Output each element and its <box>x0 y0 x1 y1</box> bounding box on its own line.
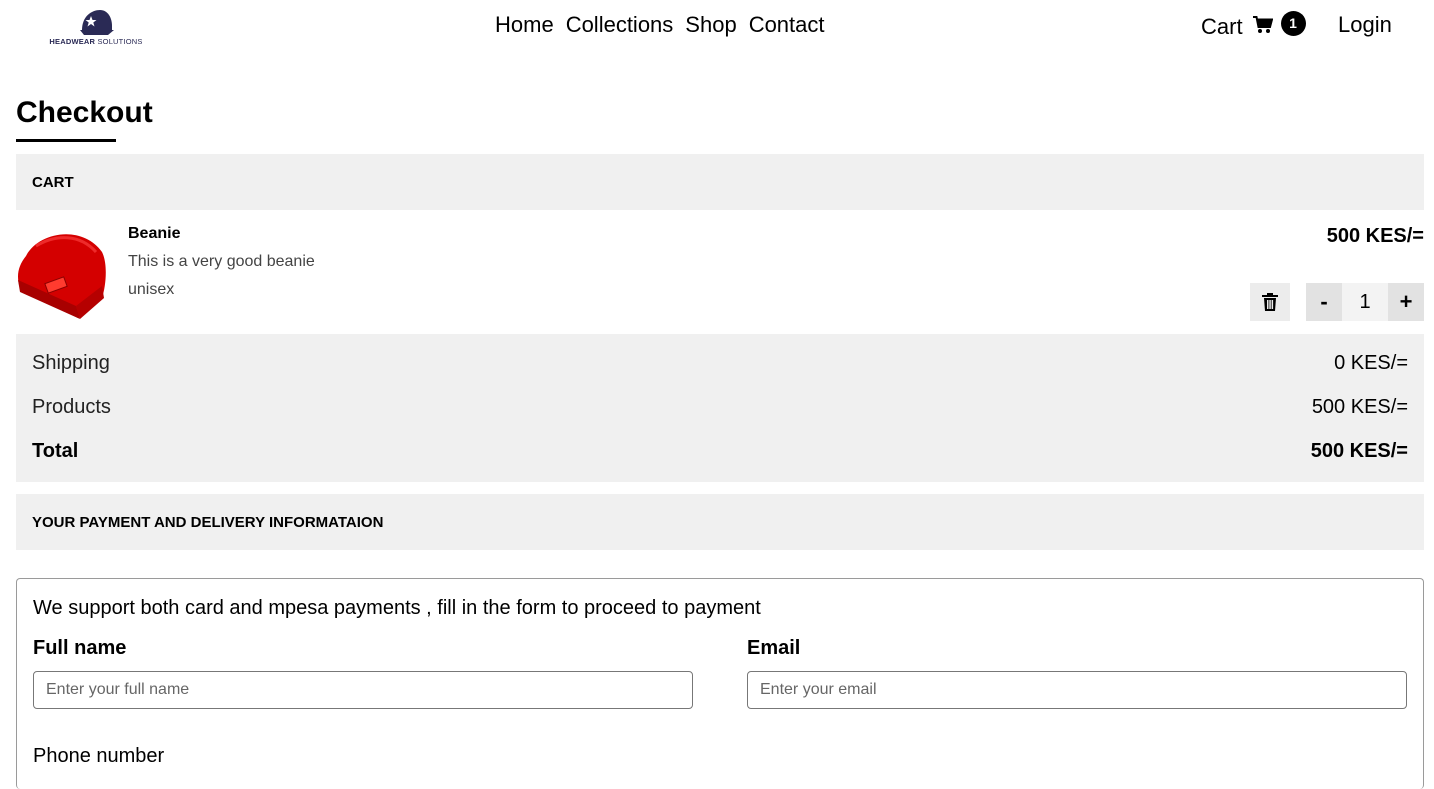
full-name-input[interactable] <box>33 671 693 709</box>
phone-number-label: Phone number <box>33 745 165 767</box>
cart-heading: CART <box>32 174 74 191</box>
shipping-row: Shipping 0 KES/= <box>32 352 1408 375</box>
increment-button[interactable]: + <box>1388 283 1424 321</box>
shipping-label: Shipping <box>32 352 110 374</box>
decrement-button[interactable]: - <box>1306 283 1342 321</box>
nav-shop[interactable]: Shop <box>685 12 736 42</box>
payment-intro: We support both card and mpesa payments … <box>33 597 761 619</box>
total-value: 500 KES/= <box>1310 440 1408 462</box>
nav-contact[interactable]: Contact <box>749 12 825 42</box>
shipping-value: 0 KES/= <box>1334 352 1408 374</box>
quantity-value: 1 <box>1359 290 1371 313</box>
products-label: Products <box>32 396 111 418</box>
cart-count-badge: 1 <box>1280 10 1306 36</box>
products-value: 500 KES/= <box>1311 396 1408 418</box>
quantity-stepper: - 1 + <box>1306 283 1424 321</box>
cart-link[interactable]: Cart 1 <box>1201 10 1306 42</box>
nav-collections[interactable]: Collections <box>566 12 674 42</box>
payment-section-header: YOUR PAYMENT AND DELIVERY INFORMATAION <box>16 494 1424 550</box>
products-row: Products 500 KES/= <box>32 396 1408 419</box>
red-beanie-image <box>16 226 108 320</box>
email-input[interactable] <box>747 671 1407 709</box>
cart-label: Cart <box>1201 14 1243 39</box>
nav-home[interactable]: Home <box>495 12 554 42</box>
brand-name: HEADWEAR SOLUTIONS <box>49 37 143 46</box>
total-label: Total <box>32 440 79 462</box>
item-price: 500 KES/= <box>1326 225 1424 247</box>
site-logo[interactable]: HEADWEAR SOLUTIONS <box>48 6 144 48</box>
cap-logo-icon <box>80 10 114 35</box>
item-description: This is a very good beanie <box>128 253 315 270</box>
email-label: Email <box>747 637 801 659</box>
remove-item-button[interactable] <box>1250 283 1290 321</box>
total-row: Total 500 KES/= <box>32 440 1408 463</box>
title-underline <box>16 139 116 142</box>
trash-icon <box>1262 293 1278 311</box>
payment-heading: YOUR PAYMENT AND DELIVERY INFORMATAION <box>32 514 384 531</box>
item-tag: unisex <box>128 281 175 298</box>
shopping-cart-icon <box>1252 14 1273 40</box>
main-nav: Home Collections Shop Contact <box>495 12 825 42</box>
full-name-label: Full name <box>33 637 127 659</box>
login-link[interactable]: Login <box>1338 12 1392 38</box>
page-title: Checkout <box>16 96 153 129</box>
item-name[interactable]: Beanie <box>128 225 180 243</box>
cart-section-header: CART <box>16 154 1424 210</box>
